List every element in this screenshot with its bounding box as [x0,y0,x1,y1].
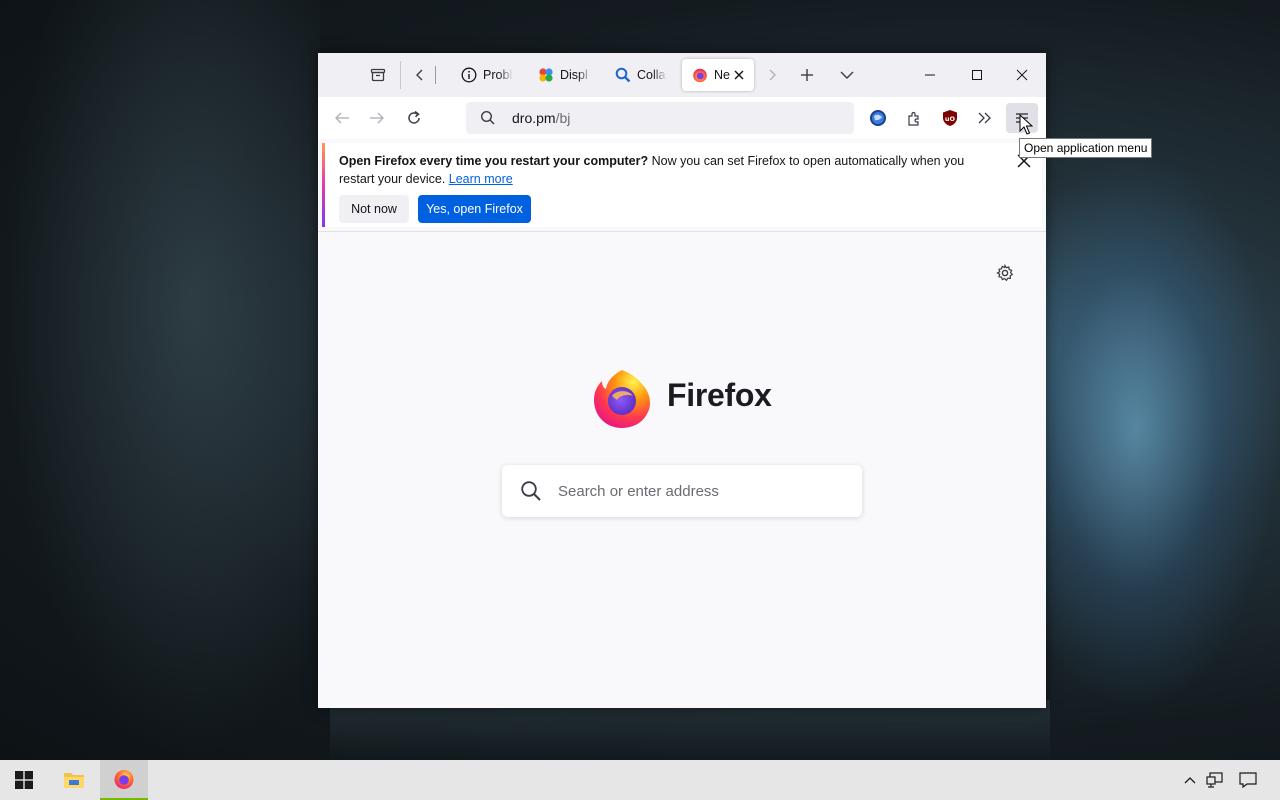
firefox-logo-icon [590,366,654,430]
show-hidden-icons-chevron-icon[interactable] [1180,760,1200,800]
url-bar[interactable]: dro.pm/bj [466,102,854,134]
wallpaper-glow [0,0,320,760]
notification-title: Open Firefox every time you restart your… [339,154,649,168]
scroll-tabs-left-icon[interactable] [410,65,430,85]
tab-label: Ne [714,68,730,82]
wallpaper-glow [1040,150,1280,710]
overflow-chevrons-icon[interactable] [975,107,995,129]
tab-edge [435,66,436,84]
extensions-puzzle-icon[interactable] [904,107,924,129]
minimize-icon[interactable] [920,65,940,85]
forward-icon[interactable] [367,108,387,128]
tab-collab[interactable]: Colla [615,59,667,91]
url-path: /bj [555,110,571,126]
taskbar-file-explorer[interactable] [50,760,98,800]
tab-bar: Probl Displ Colla Ne [318,53,1046,97]
firefox-icon [113,768,135,790]
search-icon [480,110,496,126]
close-window-icon[interactable] [1012,65,1032,85]
firefox-wordmark: Firefox [667,377,772,413]
notification-message: Open Firefox every time you restart your… [339,152,999,188]
start-button[interactable] [0,760,48,800]
ublock-origin-icon[interactable]: uO [940,107,960,129]
maximize-icon[interactable] [967,65,987,85]
reload-icon[interactable] [404,108,424,128]
colorful-grid-icon [538,67,554,83]
info-icon [461,67,477,83]
firefox-view-icon[interactable] [368,65,388,85]
yes-open-firefox-button[interactable]: Yes, open Firefox [418,195,531,223]
taskbar-firefox[interactable] [100,760,148,800]
separator [400,61,401,89]
newtab-search-box[interactable]: Search or enter address [502,465,862,517]
tab-problem[interactable]: Probl [461,59,513,91]
wallpaper-glow [330,700,1050,760]
customize-gear-icon[interactable] [995,263,1015,283]
action-center-icon[interactable] [1236,760,1260,800]
firefox-window: Probl Displ Colla Ne dro.pm /bj uO Open … [318,53,1046,708]
scroll-tabs-right-icon[interactable] [762,65,782,85]
mouse-cursor-icon [1019,113,1034,136]
windows-logo-icon [15,771,33,789]
network-icon[interactable] [1204,760,1226,800]
learn-more-link[interactable]: Learn more [449,172,513,186]
new-tab-plus-icon[interactable] [797,65,817,85]
account-globe-icon[interactable] [868,107,888,129]
svg-text:uO: uO [945,115,956,123]
divider [318,231,1046,232]
search-placeholder: Search or enter address [558,482,719,500]
list-all-tabs-chevron-icon[interactable] [837,65,857,85]
close-tab-icon[interactable] [732,68,746,82]
url-host: dro.pm [512,110,556,126]
folder-icon [63,770,85,790]
back-icon[interactable] [332,108,352,128]
navigation-toolbar: dro.pm/bj uO [318,97,1046,139]
not-now-button[interactable]: Not now [339,195,409,223]
firefox-icon [692,67,708,83]
taskbar [0,760,1280,800]
search-icon [520,480,542,502]
application-menu-tooltip: Open application menu [1019,138,1153,158]
default-browser-notification: Open Firefox every time you restart your… [322,143,1042,227]
tab-new-tab[interactable]: Ne [682,59,754,91]
tab-display[interactable]: Displ [538,59,592,91]
magnifier-icon [615,67,631,83]
